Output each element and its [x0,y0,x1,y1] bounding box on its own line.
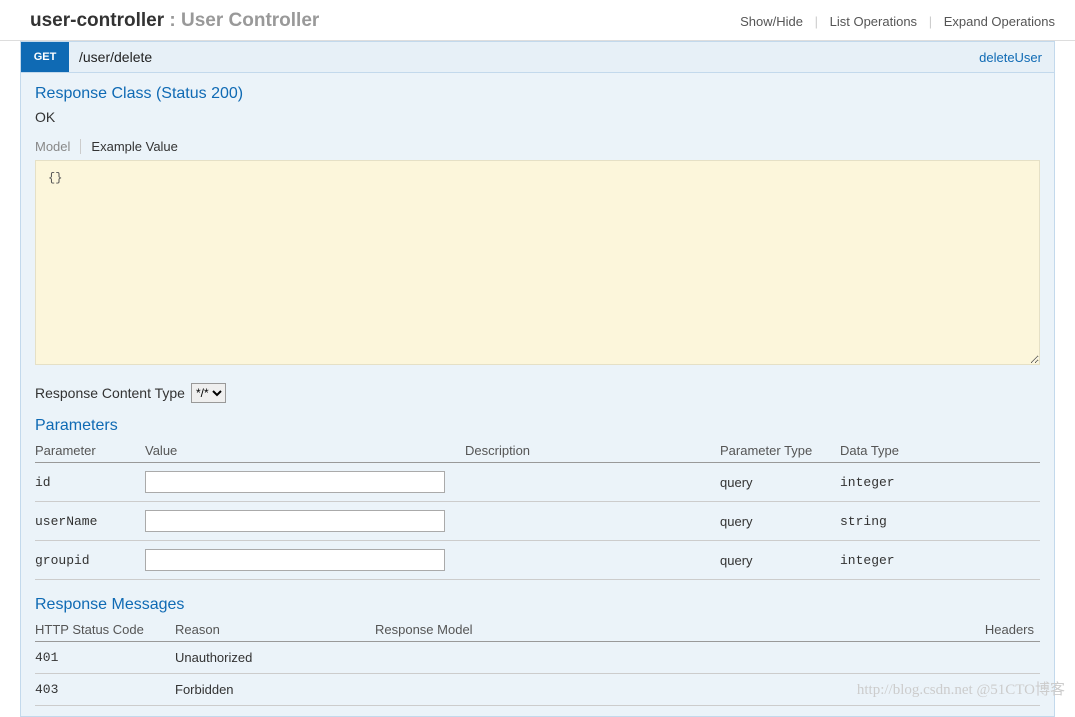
param-data-type: integer [840,463,1040,502]
response-model [375,642,960,674]
param-data-type: string [840,502,1040,541]
param-type: query [720,463,840,502]
response-messages-table: HTTP Status Code Reason Response Model H… [35,618,1040,706]
parameters-heading: Parameters [35,417,1040,435]
param-description [465,463,720,502]
controller-key: user-controller [30,10,164,31]
controller-header: user-controller : User Controller Show/H… [0,0,1075,41]
param-type: query [720,541,840,580]
response-message-row: 401 Unauthorized [35,642,1040,674]
col-data-type: Data Type [840,439,1040,463]
param-value-input[interactable] [145,510,445,532]
reason: Forbidden [175,674,375,706]
param-row: userName query string [35,502,1040,541]
col-reason: Reason [175,618,375,642]
param-type: query [720,502,840,541]
response-status-text: OK [35,109,1040,125]
col-status-code: HTTP Status Code [35,618,175,642]
operation-name[interactable]: deleteUser [979,50,1054,65]
col-description: Description [465,439,720,463]
reason: Unauthorized [175,642,375,674]
response-model [375,674,960,706]
response-content-type-select[interactable]: */* [191,383,226,403]
controller-title[interactable]: user-controller : User Controller [30,10,319,32]
response-headers [960,674,1040,706]
param-data-type: integer [840,541,1040,580]
param-row: id query integer [35,463,1040,502]
tab-example-value[interactable]: Example Value [91,139,177,154]
param-name: userName [35,502,145,541]
controller-separator: : [164,10,181,31]
response-message-row: 403 Forbidden [35,674,1040,706]
param-description [465,502,720,541]
col-parameter: Parameter [35,439,145,463]
param-name: groupid [35,541,145,580]
response-content-type-row: Response Content Type */* [35,383,1040,403]
show-hide-link[interactable]: Show/Hide [740,14,803,29]
status-code: 403 [35,674,175,706]
col-headers: Headers [960,618,1040,642]
response-class-heading: Response Class (Status 200) [35,85,1040,103]
operation-content: Response Class (Status 200) OK Model Exa… [20,73,1055,717]
http-method-badge: GET [21,42,69,72]
separator: | [929,14,932,29]
controller-description: User Controller [181,10,319,31]
param-description [465,541,720,580]
operation-path[interactable]: /user/delete [69,49,979,65]
response-content-type-label: Response Content Type [35,385,185,401]
expand-operations-link[interactable]: Expand Operations [944,14,1055,29]
response-class-tabs: Model Example Value [35,139,1040,154]
param-name: id [35,463,145,502]
col-value: Value [145,439,465,463]
response-messages-heading: Response Messages [35,596,1040,614]
parameters-table: Parameter Value Description Parameter Ty… [35,439,1040,580]
list-operations-link[interactable]: List Operations [830,14,917,29]
param-value-input[interactable] [145,471,445,493]
col-param-type: Parameter Type [720,439,840,463]
param-row: groupid query integer [35,541,1040,580]
separator: | [815,14,818,29]
operation-bar[interactable]: GET /user/delete deleteUser [20,41,1055,73]
status-code: 401 [35,642,175,674]
example-value-box[interactable]: {} [35,160,1040,365]
response-headers [960,642,1040,674]
col-response-model: Response Model [375,618,960,642]
param-value-input[interactable] [145,549,445,571]
tab-model[interactable]: Model [35,139,81,154]
header-links: Show/Hide | List Operations | Expand Ope… [740,14,1055,29]
